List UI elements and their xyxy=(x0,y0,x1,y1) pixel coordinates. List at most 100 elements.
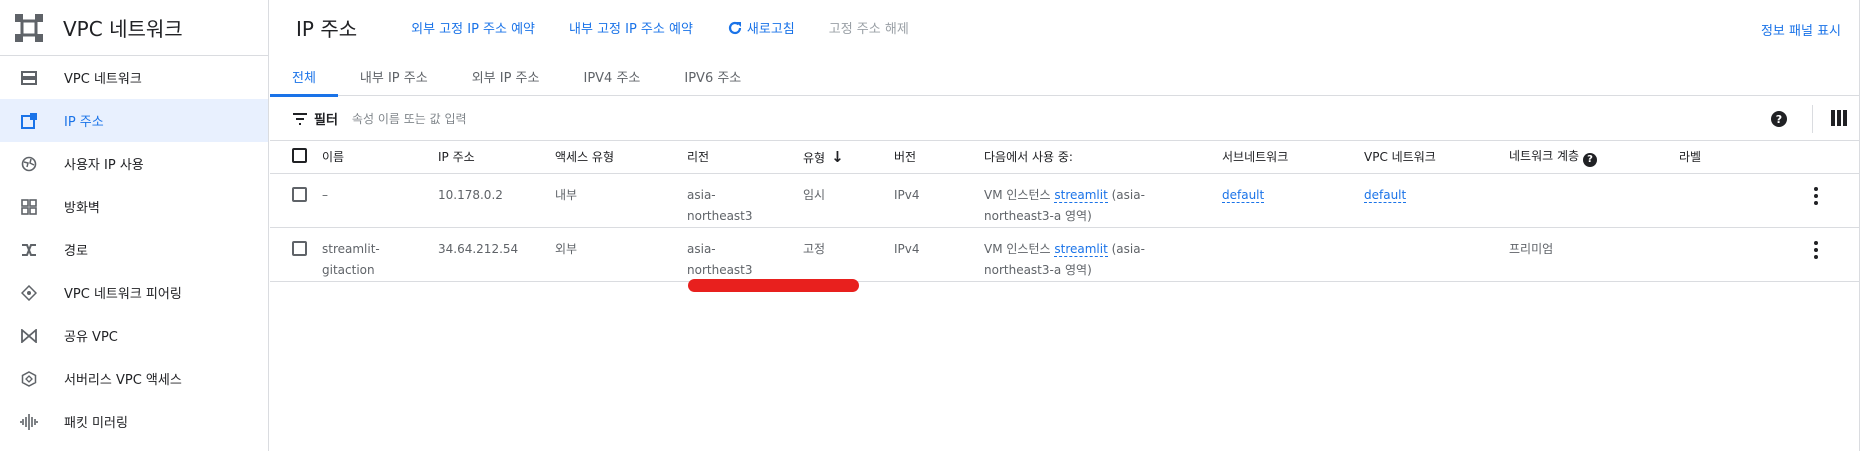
sidebar-item-label: 사용자 IP 사용 xyxy=(64,158,144,173)
more-actions-icon[interactable] xyxy=(1773,186,1859,205)
page-header: IP 주소 외부 고정 IP 주소 예약 내부 고정 IP 주소 예약 새로고침… xyxy=(270,0,1867,56)
release-static-address-button[interactable]: 고정 주소 해제 xyxy=(829,18,909,37)
cell-region: asia-northeast3 xyxy=(687,227,803,282)
sidebar-item-packet-mirroring[interactable]: 패킷 미러링 xyxy=(0,400,268,443)
in-use-suffix: (asia- xyxy=(1107,187,1145,202)
column-header-labels[interactable]: 라벨 xyxy=(1679,141,1773,174)
sidebar-item-routes[interactable]: 경로 xyxy=(0,228,268,271)
column-header-subnetwork[interactable]: 서브네트워크 xyxy=(1222,141,1364,174)
instance-link[interactable]: streamlit xyxy=(1054,241,1108,257)
cell-labels xyxy=(1679,173,1773,228)
in-use-zone: northeast3-a 영역) xyxy=(984,208,1092,223)
cell-access-type: 내부 xyxy=(555,173,687,228)
cell-access-type: 외부 xyxy=(555,227,687,282)
packet-mirroring-icon xyxy=(20,413,38,431)
table-header-row: 이름 IP 주소 액세스 유형 리전 유형 ↓ 버전 다음에서 사용 중: 서브네… xyxy=(270,141,1859,174)
column-header-access-type[interactable]: 액세스 유형 xyxy=(555,141,687,174)
tab-internal-ip[interactable]: 내부 IP 주소 xyxy=(338,56,450,96)
sidebar-item-label: IP 주소 xyxy=(64,115,104,130)
cell-subnetwork: default xyxy=(1222,173,1364,228)
name-line: streamlit- xyxy=(322,241,380,256)
cell-network-tier xyxy=(1509,173,1679,228)
sidebar-item-vpc-network[interactable]: VPC 네트워크 xyxy=(0,56,268,99)
help-icon[interactable]: ? xyxy=(1771,111,1787,127)
filter-input[interactable] xyxy=(351,111,752,126)
column-header-name[interactable]: 이름 xyxy=(322,141,438,174)
tab-ipv6[interactable]: IPV6 주소 xyxy=(662,56,763,96)
filter-bar: 필터 ? xyxy=(270,97,1859,141)
more-actions-icon[interactable] xyxy=(1773,240,1859,259)
sidebar-item-label: 서버리스 VPC 액세스 xyxy=(64,373,182,388)
column-header-region[interactable]: 리전 xyxy=(687,141,803,174)
sidebar-item-custom-ip[interactable]: 사용자 IP 사용 xyxy=(0,142,268,185)
column-header-ip[interactable]: IP 주소 xyxy=(438,141,555,174)
divider xyxy=(1812,105,1813,133)
column-header-actions xyxy=(1773,141,1859,174)
sidebar-item-shared-vpc[interactable]: 공유 VPC xyxy=(0,314,268,357)
serverless-icon xyxy=(20,370,38,388)
sidebar-item-label: 방화벽 xyxy=(64,201,100,216)
column-display-icon[interactable] xyxy=(1831,110,1847,126)
in-use-prefix: VM 인스턴스 xyxy=(984,187,1055,202)
vpc-network-icon xyxy=(20,69,38,87)
cell-version: IPv4 xyxy=(894,173,984,228)
column-header-network-tier[interactable]: 네트워크 계층? xyxy=(1509,141,1679,174)
subnetwork-link[interactable]: default xyxy=(1222,187,1265,203)
instance-link[interactable]: streamlit xyxy=(1054,187,1108,203)
column-header-vpc-network[interactable]: VPC 네트워크 xyxy=(1364,141,1509,174)
cell-type: 고정 xyxy=(803,227,894,282)
cell-network-tier: 프리미엄 xyxy=(1509,227,1679,282)
cell-name: streamlit-gitaction xyxy=(322,227,438,282)
refresh-label: 새로고침 xyxy=(746,22,795,37)
column-header-tier-label: 네트워크 계층 xyxy=(1509,149,1580,163)
column-header-type[interactable]: 유형 ↓ xyxy=(803,141,894,174)
vpc-logo-icon xyxy=(15,13,43,42)
tab-external-ip[interactable]: 외부 IP 주소 xyxy=(450,56,562,96)
cell-labels xyxy=(1679,227,1773,282)
routes-icon xyxy=(20,241,38,259)
row-checkbox[interactable] xyxy=(292,186,307,202)
filter-label: 필터 xyxy=(314,113,338,128)
in-use-suffix: (asia- xyxy=(1107,241,1145,256)
cell-in-use-by: VM 인스턴스 streamlit (asia-northeast3-a 영역) xyxy=(984,227,1222,282)
vpc-network-link[interactable]: default xyxy=(1364,187,1407,203)
filter-icon[interactable] xyxy=(292,112,308,125)
cell-region: asia-northeast3 xyxy=(687,173,803,228)
cell-type: 임시 xyxy=(803,173,894,228)
sidebar-item-vpc-peering[interactable]: VPC 네트워크 피어링 xyxy=(0,271,268,314)
highlight-annotation xyxy=(688,279,859,292)
cell-ip: 34.64.212.54 xyxy=(438,227,555,282)
region-line: northeast3 xyxy=(687,262,753,277)
select-all-checkbox[interactable] xyxy=(292,147,307,163)
cell-ip: 10.178.0.2 xyxy=(438,173,555,228)
row-checkbox[interactable] xyxy=(292,240,307,256)
reserve-external-ip-button[interactable]: 외부 고정 IP 주소 예약 xyxy=(411,18,535,37)
cell-vpc-network: default xyxy=(1364,173,1509,228)
globe-icon xyxy=(20,155,38,173)
sidebar: VPC 네트워크 VPC 네트워크 IP 주소 사용자 IP 사용 방화벽 경로 xyxy=(0,0,269,451)
peering-icon xyxy=(20,284,38,302)
scrollbar-track[interactable] xyxy=(1859,0,1867,451)
sidebar-item-serverless[interactable]: 서버리스 VPC 액세스 xyxy=(0,357,268,400)
sort-descending-icon: ↓ xyxy=(831,147,844,166)
reserve-internal-ip-button[interactable]: 내부 고정 IP 주소 예약 xyxy=(569,18,693,37)
column-header-version[interactable]: 버전 xyxy=(894,141,984,174)
show-info-panel-button[interactable]: 정보 패널 표시 xyxy=(1761,20,1841,39)
sidebar-item-firewall[interactable]: 방화벽 xyxy=(0,185,268,228)
refresh-button[interactable]: 새로고침 xyxy=(727,18,795,37)
region-line: asia- xyxy=(687,187,716,202)
ip-address-icon xyxy=(20,112,38,130)
help-icon[interactable]: ? xyxy=(1583,152,1598,167)
sidebar-item-ip-address[interactable]: IP 주소 xyxy=(0,99,268,142)
table-row[interactable]: streamlit-gitaction 34.64.212.54 외부 asia… xyxy=(270,227,1859,282)
tab-all[interactable]: 전체 xyxy=(270,56,338,97)
sidebar-item-label: 공유 VPC xyxy=(64,330,118,345)
region-line: asia- xyxy=(687,241,716,256)
tab-ipv4[interactable]: IPV4 주소 xyxy=(561,56,662,96)
firewall-icon xyxy=(20,198,38,216)
sidebar-item-label: VPC 네트워크 xyxy=(64,72,142,87)
table-row[interactable]: – 10.178.0.2 내부 asia-northeast3 임시 IPv4 … xyxy=(270,173,1859,228)
app-title: VPC 네트워크 xyxy=(63,17,183,41)
column-header-in-use-by[interactable]: 다음에서 사용 중: xyxy=(984,141,1222,174)
tab-bar: 전체 내부 IP 주소 외부 IP 주소 IPV4 주소 IPV6 주소 xyxy=(270,56,1859,97)
